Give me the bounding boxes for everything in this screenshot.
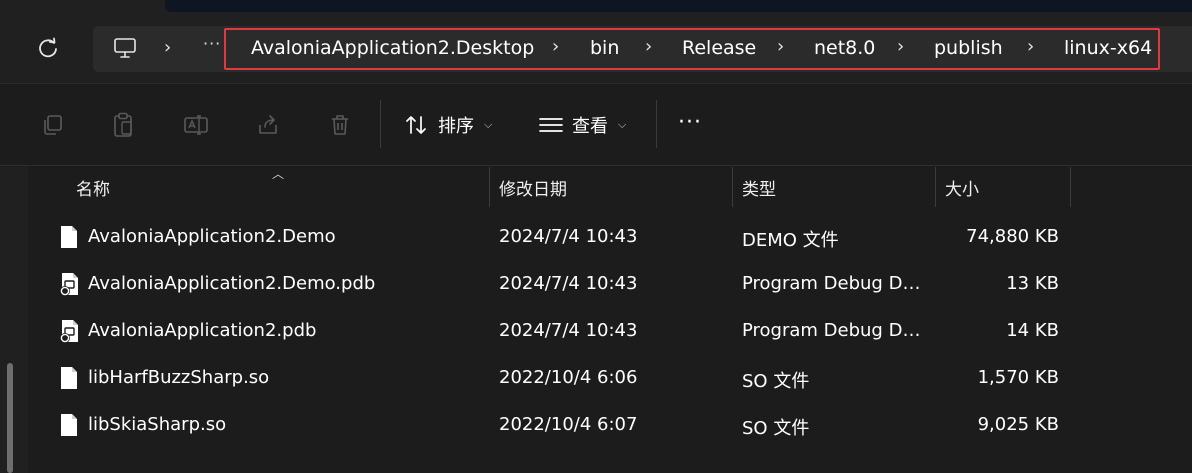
file-size: 9,025 KB [977,414,1059,435]
chevron-down-icon: ⌵ [484,118,493,131]
toolbar-separator [380,100,381,148]
file-type: Program Debug Database [742,320,924,341]
copy-icon [44,115,62,135]
file-name: AvaloniaApplication2.pdb [88,320,317,341]
file-row[interactable]: AvaloniaApplication2.Demo 2024/7/4 10:43… [28,214,1192,260]
file-row[interactable]: AvaloniaApplication2.pdb 2024/7/4 10:43 … [28,308,1192,354]
monitor-icon [114,38,136,58]
column-divider[interactable] [489,167,490,207]
file-type: SO 文件 [742,371,810,392]
chevron-right-icon[interactable]: › [897,38,904,56]
more-options-button[interactable]: ··· [678,112,702,134]
paste-button[interactable] [109,111,137,139]
file-date: 2024/7/4 10:43 [499,226,638,247]
toolbar-separator [656,100,657,148]
column-header-date[interactable]: 修改日期 [499,167,567,207]
breadcrumb-item-release[interactable]: Release [682,37,756,59]
list-view-icon [539,118,563,132]
sort-button[interactable]: 排序 ⌵ [404,110,492,140]
chevron-right-icon[interactable]: › [645,38,652,56]
file-date: 2024/7/4 10:43 [499,320,638,341]
file-type: Program Debug Database [742,273,924,294]
refresh-icon [39,37,57,58]
file-icon [61,414,77,436]
chevron-down-icon: ⌵ [618,118,627,131]
debug-file-icon [60,273,78,296]
file-name: AvaloniaApplication2.Demo [88,226,336,247]
file-size: 13 KB [1006,273,1059,294]
column-header-size[interactable]: 大小 [945,167,979,207]
column-divider[interactable] [732,167,733,207]
file-name: libHarfBuzzSharp.so [88,367,270,388]
clipboard-icon [114,112,132,137]
file-icon [61,367,77,389]
sort-label: 排序 [438,116,474,137]
file-name: libSkiaSharp.so [88,414,227,435]
copy-button[interactable] [38,111,66,139]
column-header-name[interactable]: 名称 [76,167,110,207]
file-row[interactable]: AvaloniaApplication2.Demo.pdb 2024/7/4 1… [28,261,1192,307]
file-name: AvaloniaApplication2.Demo.pdb [88,273,376,294]
file-row[interactable]: libSkiaSharp.so 2022/10/4 6:07 SO 文件 9,0… [28,402,1192,448]
chevron-right-icon[interactable]: › [777,38,784,56]
this-pc-button[interactable] [112,35,138,61]
breadcrumb-overflow-button[interactable]: ··· [203,34,221,53]
file-date: 2024/7/4 10:43 [499,273,638,294]
file-size: 74,880 KB [966,226,1059,247]
column-divider[interactable] [935,167,936,207]
trash-icon [332,115,348,135]
rename-button[interactable] [182,111,210,139]
file-date: 2022/10/4 6:07 [499,414,638,435]
file-date: 2022/10/4 6:06 [499,367,638,388]
breadcrumb-item-desktop[interactable]: AvaloniaApplication2.Desktop [251,37,534,59]
view-button[interactable]: 查看 ⌵ [538,110,626,140]
refresh-button[interactable] [28,32,68,64]
rename-icon [184,115,208,135]
share-button[interactable] [254,111,282,139]
share-icon [259,115,277,134]
scrollbar-thumb[interactable] [7,363,13,473]
delete-button[interactable] [326,111,354,139]
breadcrumb-item-linux-x64[interactable]: linux-x64 [1064,37,1152,59]
file-type: DEMO 文件 [742,230,839,251]
title-strip [0,0,1192,12]
file-type: SO 文件 [742,418,810,439]
breadcrumb-item-publish[interactable]: publish [934,37,1003,59]
sort-icon [406,116,426,134]
column-header-type[interactable]: 类型 [742,167,776,207]
file-size: 14 KB [1006,320,1059,341]
column-divider[interactable] [1070,167,1071,207]
debug-file-icon [60,320,78,343]
tab-area [165,0,1192,12]
sort-ascending-icon: ︿ [272,167,285,181]
view-label: 查看 [572,116,608,137]
breadcrumb-item-bin[interactable]: bin [590,37,619,59]
file-size: 1,570 KB [977,367,1059,388]
chevron-right-icon[interactable]: › [552,38,559,56]
breadcrumb-item-net8[interactable]: net8.0 [814,37,875,59]
chevron-right-icon[interactable]: › [164,39,171,57]
navigation-pane-edge [0,167,28,473]
file-icon [61,226,77,248]
chevron-right-icon[interactable]: › [1027,38,1034,56]
file-row[interactable]: libHarfBuzzSharp.so 2022/10/4 6:06 SO 文件… [28,355,1192,401]
command-bar: 排序 ⌵ 查看 ⌵ ··· [0,84,1192,166]
